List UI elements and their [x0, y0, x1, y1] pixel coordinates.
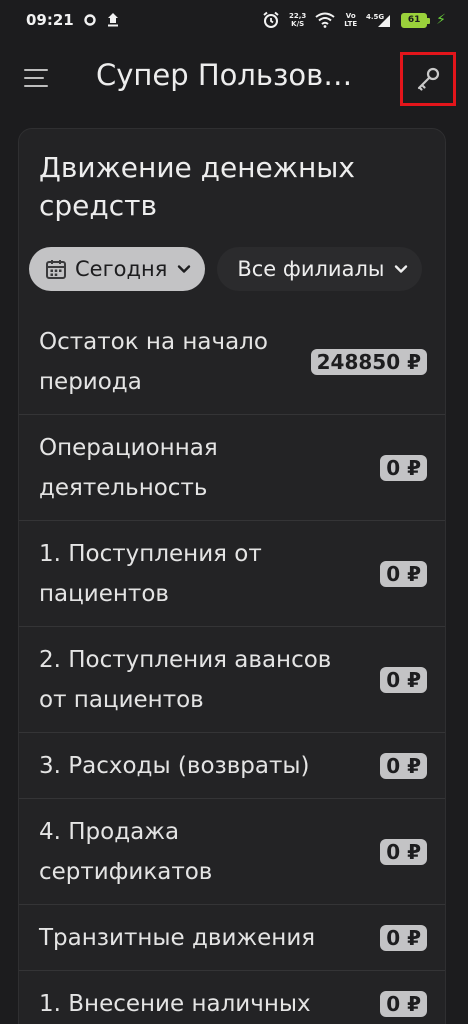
- date-filter-label: Сегодня: [75, 257, 168, 281]
- notification-circle-icon: [83, 13, 97, 27]
- screen: 09:21 22,3 K/S Vo LTE 4.5G 61 ⚡ Супер По…: [0, 0, 468, 1024]
- branch-filter-chip[interactable]: Все филиалы: [217, 247, 423, 291]
- filters: Сегодня Все филиалы: [29, 247, 445, 291]
- network-speed-value: 22,3: [289, 12, 307, 20]
- cash-flow-row[interactable]: 3. Расходы (возвраты) 0 ₽: [19, 733, 445, 799]
- cash-flow-row[interactable]: 4. Продажа сертификатов 0 ₽: [19, 799, 445, 905]
- row-label: 4. Продажа сертификатов: [39, 818, 213, 885]
- volte-top: Vo: [345, 12, 356, 20]
- row-amount: 0 ₽: [380, 924, 427, 951]
- menu-line-icon: [24, 85, 48, 87]
- signal-icon: 4.5G: [366, 12, 392, 28]
- menu-line-icon: [24, 69, 48, 71]
- menu-button[interactable]: [24, 64, 54, 92]
- cash-flow-row[interactable]: Транзитные движения 0 ₽: [19, 905, 445, 971]
- row-amount: 0 ₽: [380, 752, 427, 779]
- volte-bottom: LTE: [344, 20, 358, 28]
- volte-label: Vo LTE: [344, 12, 357, 28]
- menu-line-icon: [24, 77, 44, 79]
- app-notification-icon: [106, 12, 120, 28]
- row-amount: 0 ₽: [380, 838, 427, 865]
- branch-filter-label: Все филиалы: [237, 257, 385, 281]
- row-label: Транзитные движения: [39, 924, 316, 951]
- cash-flow-card: Движение денежных средств Сегодня Все фи…: [18, 128, 446, 1024]
- row-amount: 0 ₽: [380, 666, 427, 693]
- cash-flow-row[interactable]: 1. Поступления от пациентов 0 ₽: [19, 521, 445, 627]
- network-speed-unit: K/S: [291, 20, 305, 28]
- signal-label: 4.5G: [366, 13, 384, 21]
- row-label: 1. Поступления от пациентов: [39, 540, 262, 607]
- row-label: 1. Внесение наличных: [39, 990, 311, 1017]
- card-title: Движение денежных средств: [39, 151, 355, 222]
- cash-flow-row[interactable]: Остаток на начало периода 248850 ₽: [19, 309, 445, 415]
- key-icon: [417, 67, 440, 91]
- app-bar: Супер Пользов…: [0, 40, 468, 116]
- battery-icon: 61: [401, 12, 431, 28]
- page-title: Супер Пользов…: [96, 58, 353, 92]
- status-time: 09:21: [26, 11, 74, 29]
- status-left: 09:21: [26, 11, 120, 29]
- key-button[interactable]: [400, 52, 456, 106]
- calendar-icon: [46, 260, 66, 279]
- status-bar: 09:21 22,3 K/S Vo LTE 4.5G 61 ⚡: [0, 0, 468, 40]
- status-right: 22,3 K/S Vo LTE 4.5G 61 ⚡: [262, 11, 446, 29]
- row-amount: 0 ₽: [380, 990, 427, 1017]
- row-amount: 0 ₽: [380, 560, 427, 587]
- cash-flow-rows: Остаток на начало периода 248850 ₽ Опера…: [19, 309, 445, 1024]
- date-filter-chip[interactable]: Сегодня: [29, 247, 206, 291]
- row-amount: 248850 ₽: [310, 348, 427, 375]
- network-speed: 22,3 K/S: [289, 12, 306, 28]
- alarm-icon: [262, 11, 280, 29]
- wifi-icon: [315, 12, 335, 28]
- row-amount: 0 ₽: [380, 454, 427, 481]
- cash-flow-row[interactable]: 1. Внесение наличных 0 ₽: [19, 971, 445, 1024]
- battery-level: 61: [407, 15, 421, 25]
- cash-flow-row[interactable]: Операционная деятельность 0 ₽: [19, 415, 445, 521]
- row-label: 2. Поступления авансов от пациентов: [39, 646, 332, 713]
- cash-flow-row[interactable]: 2. Поступления авансов от пациентов 0 ₽: [19, 627, 445, 733]
- row-label: Операционная деятельность: [39, 434, 218, 501]
- chevron-down-icon: [178, 265, 191, 273]
- row-label: Остаток на начало периода: [39, 328, 268, 395]
- row-label: 3. Расходы (возвраты): [39, 752, 310, 779]
- charging-bolt-icon: ⚡: [436, 12, 446, 28]
- chevron-down-icon: [395, 265, 408, 273]
